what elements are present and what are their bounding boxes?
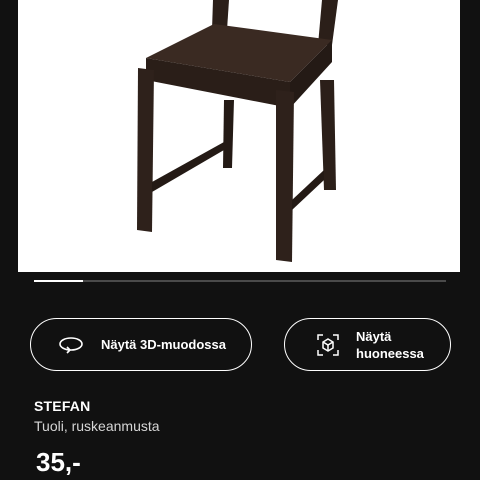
- view-in-room-label: Näytä huoneessa: [356, 328, 424, 361]
- ar-cube-icon: [314, 333, 342, 357]
- rotate-3d-icon: [57, 333, 85, 357]
- product-name[interactable]: STEFAN: [34, 398, 90, 414]
- gallery-progress: [34, 280, 446, 282]
- product-description: Tuoli, ruskeanmusta: [34, 418, 160, 434]
- view-3d-button[interactable]: Näytä 3D-muodossa: [30, 318, 252, 371]
- product-image[interactable]: [18, 0, 460, 272]
- gallery-progress-fill: [34, 280, 84, 282]
- chair-illustration: [137, 0, 338, 262]
- view-3d-label: Näytä 3D-muodossa: [101, 337, 226, 352]
- view-in-room-button[interactable]: Näytä huoneessa: [284, 318, 451, 371]
- product-price: 35,-: [36, 447, 81, 477]
